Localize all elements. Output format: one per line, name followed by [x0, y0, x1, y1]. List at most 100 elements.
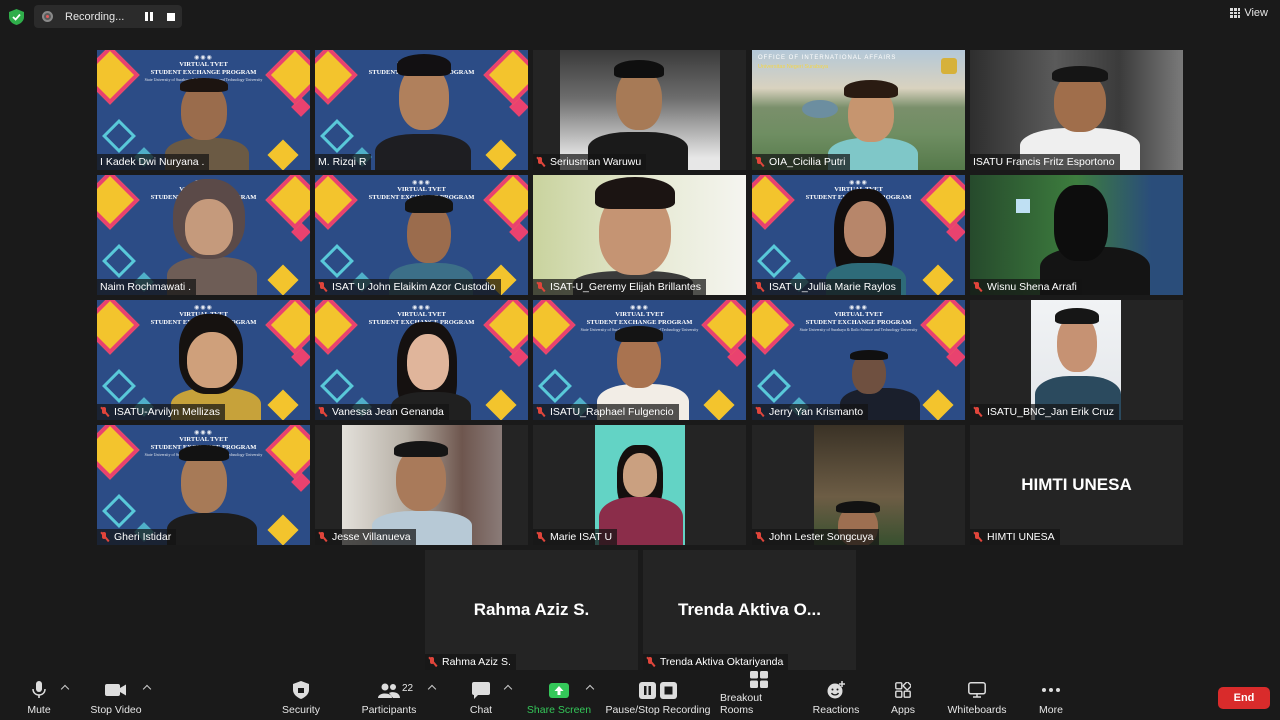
participant-tile[interactable]: ◉◉◉VIRTUAL TVETSTUDENT EXCHANGE PROGRAMS…	[533, 300, 746, 420]
more-button[interactable]: More	[1034, 675, 1068, 720]
security-shield-icon[interactable]	[9, 9, 24, 25]
participant-name: Jerry Yan Krismanto	[769, 406, 864, 418]
participant-name-tag: Trenda Aktiva Oktariyanda	[643, 654, 789, 670]
participant-tile-no-video[interactable]: Rahma Aziz S. Rahma Aziz S.	[425, 550, 638, 670]
security-button[interactable]: Security	[278, 675, 324, 720]
banner-title: VIRTUAL TVET	[615, 311, 664, 318]
more-label: More	[1039, 704, 1063, 716]
logo-icons: ◉◉◉	[412, 180, 431, 186]
breakout-rooms-button[interactable]: Breakout Rooms	[720, 671, 798, 720]
participant-tile-no-video[interactable]: HIMTI UNESA HIMTI UNESA	[970, 425, 1183, 545]
reactions-button[interactable]: Reactions	[810, 675, 862, 720]
participants-button[interactable]: Participants	[360, 675, 418, 720]
participant-video	[595, 425, 685, 545]
logo-icons: ◉◉◉	[849, 305, 868, 311]
participant-tile[interactable]: ◉◉◉VIRTUAL TVETSTUDENT EXCHANGE PROGRAM …	[97, 300, 310, 420]
logo-icons: ◉◉◉	[194, 430, 213, 436]
breakout-rooms-icon	[750, 671, 768, 688]
banner-title: VIRTUAL TVET	[397, 186, 446, 193]
banner-title: VIRTUAL TVET	[179, 61, 228, 68]
participant-name: OIA_Cicilia Putri	[769, 156, 846, 168]
chat-bubble-icon	[472, 680, 490, 700]
mic-muted-icon	[755, 156, 764, 168]
participant-tile[interactable]: ISATU Francis Fritz Esportono	[970, 50, 1183, 170]
participant-name-tag: ISAT U_Jullia Marie Raylos	[752, 279, 901, 295]
participant-name: Naim Rochmawati .	[100, 281, 192, 293]
pause-recording-icon[interactable]	[144, 12, 154, 21]
banner-subtitle: STUDENT EXCHANGE PROGRAM	[805, 319, 912, 326]
end-meeting-button[interactable]: End	[1218, 687, 1270, 709]
participant-display-name: Trenda Aktiva O...	[678, 600, 821, 619]
mute-options-caret-icon[interactable]	[60, 684, 70, 694]
mic-muted-icon	[318, 531, 327, 543]
pause-stop-recording-label: Pause/Stop Recording	[605, 704, 711, 716]
share-screen-button[interactable]: Share Screen	[526, 675, 592, 720]
banner-title: VIRTUAL TVET	[179, 436, 228, 443]
whiteboards-button[interactable]: Whiteboards	[944, 675, 1010, 720]
participant-name-tag: Jesse Villanueva	[315, 529, 416, 545]
participant-tile[interactable]: ISAT-U_Geremy Elijah Brillantes	[533, 175, 746, 295]
oia-banner-subtitle: Universitas Negeri Surabaya	[758, 64, 829, 70]
participant-tile[interactable]: ◉◉◉VIRTUAL TVETSTUDENT EXCHANGE PROGRAMS…	[97, 425, 310, 545]
participant-name: Marie ISAT U	[550, 531, 613, 543]
logo-icons: ◉◉◉	[194, 305, 213, 311]
pause-stop-recording-button[interactable]: Pause/Stop Recording	[604, 675, 712, 720]
breakout-rooms-label: Breakout Rooms	[720, 692, 763, 716]
participant-name-tag: Vanessa Jean Genanda	[315, 404, 449, 420]
mic-muted-icon	[646, 656, 655, 668]
mic-muted-icon	[100, 406, 109, 418]
participant-tile[interactable]: Seriusman Waruwu	[533, 50, 746, 170]
participant-tile-no-video[interactable]: Trenda Aktiva O... Trenda Aktiva Oktariy…	[643, 550, 856, 670]
participant-tile[interactable]: Wisnu Shena Arrafi	[970, 175, 1183, 295]
participant-name-tag: Rahma Aziz S.	[425, 654, 516, 670]
participant-name: ISATU_Raphael Fulgencio	[550, 406, 674, 418]
participant-name: ISAT-U_Geremy Elijah Brillantes	[550, 281, 701, 293]
participant-tile[interactable]: Jesse Villanueva	[315, 425, 528, 545]
oia-logo-icon	[941, 58, 957, 74]
participant-video	[1031, 300, 1121, 420]
recording-dot-icon	[42, 11, 53, 22]
participant-tile[interactable]: ISATU_BNC_Jan Erik Cruz	[970, 300, 1183, 420]
participant-name-tag: Jerry Yan Krismanto	[752, 404, 869, 420]
participant-tile[interactable]: ◉◉◉VIRTUAL TVETSTUDENT EXCHANGE PROGRAM …	[752, 175, 965, 295]
participant-tile[interactable]: John Lester Songcuya	[752, 425, 965, 545]
mic-muted-icon	[100, 531, 109, 543]
participant-tile[interactable]: ◉◉◉VIRTUAL TVETSTUDENT EXCHANGE PROGRAM …	[315, 175, 528, 295]
banner-title: VIRTUAL TVET	[834, 311, 883, 318]
participant-name-tag: John Lester Songcuya	[752, 529, 879, 545]
chat-button[interactable]: Chat	[464, 675, 498, 720]
mute-label: Mute	[27, 704, 51, 716]
logo-icons: ◉◉◉	[630, 305, 649, 311]
participant-video	[560, 50, 720, 170]
apps-button[interactable]: Apps	[886, 675, 920, 720]
participant-tile[interactable]: ◉◉◉VIRTUAL TVETSTUDENT EXCHANGE PROGRAMS…	[752, 300, 965, 420]
video-camera-icon	[105, 680, 127, 700]
stop-recording-icon[interactable]	[167, 13, 175, 21]
participant-name-tag: ISATU_BNC_Jan Erik Cruz	[970, 404, 1120, 420]
chat-label: Chat	[469, 704, 493, 716]
participant-tile[interactable]: ◉◉◉VIRTUAL TVETSTUDENT EXCHANGE PROGRAMS…	[97, 50, 310, 170]
chat-options-caret-icon[interactable]	[503, 684, 513, 694]
participant-name-tag: ISATU_Raphael Fulgencio	[533, 404, 679, 420]
participant-name-tag: ISAT U John Elaikim Azor Custodio	[315, 279, 501, 295]
participant-tile[interactable]: ◉◉◉VIRTUAL TVETSTUDENT EXCHANGE PROGRAM …	[97, 175, 310, 295]
stop-video-button[interactable]: Stop Video	[86, 675, 146, 720]
participant-tile-active-speaker[interactable]: ◉◉◉VIRTUAL TVETSTUDENT EXCHANGE PROGRAM …	[315, 50, 528, 170]
participants-options-caret-icon[interactable]	[427, 684, 437, 694]
view-label: View	[1244, 7, 1268, 19]
participant-video	[970, 50, 1183, 170]
participant-name: ISAT U_Jullia Marie Raylos	[769, 281, 896, 293]
whiteboard-icon	[968, 680, 986, 700]
recording-label: Recording...	[65, 10, 125, 23]
apps-label: Apps	[891, 704, 915, 716]
mic-muted-icon	[318, 281, 327, 293]
mic-muted-icon	[755, 406, 764, 418]
participant-tile[interactable]: ◉◉◉VIRTUAL TVETSTUDENT EXCHANGE PROGRAM …	[315, 300, 528, 420]
mic-muted-icon	[755, 281, 764, 293]
mute-button[interactable]: Mute	[18, 675, 60, 720]
view-button[interactable]: View	[1230, 7, 1268, 19]
participant-name: ISATU_BNC_Jan Erik Cruz	[987, 406, 1115, 418]
participant-tile[interactable]: OFFICE OF INTERNATIONAL AFFAIRS Universi…	[752, 50, 965, 170]
smiley-plus-icon	[827, 680, 846, 700]
participant-tile[interactable]: Marie ISAT U	[533, 425, 746, 545]
